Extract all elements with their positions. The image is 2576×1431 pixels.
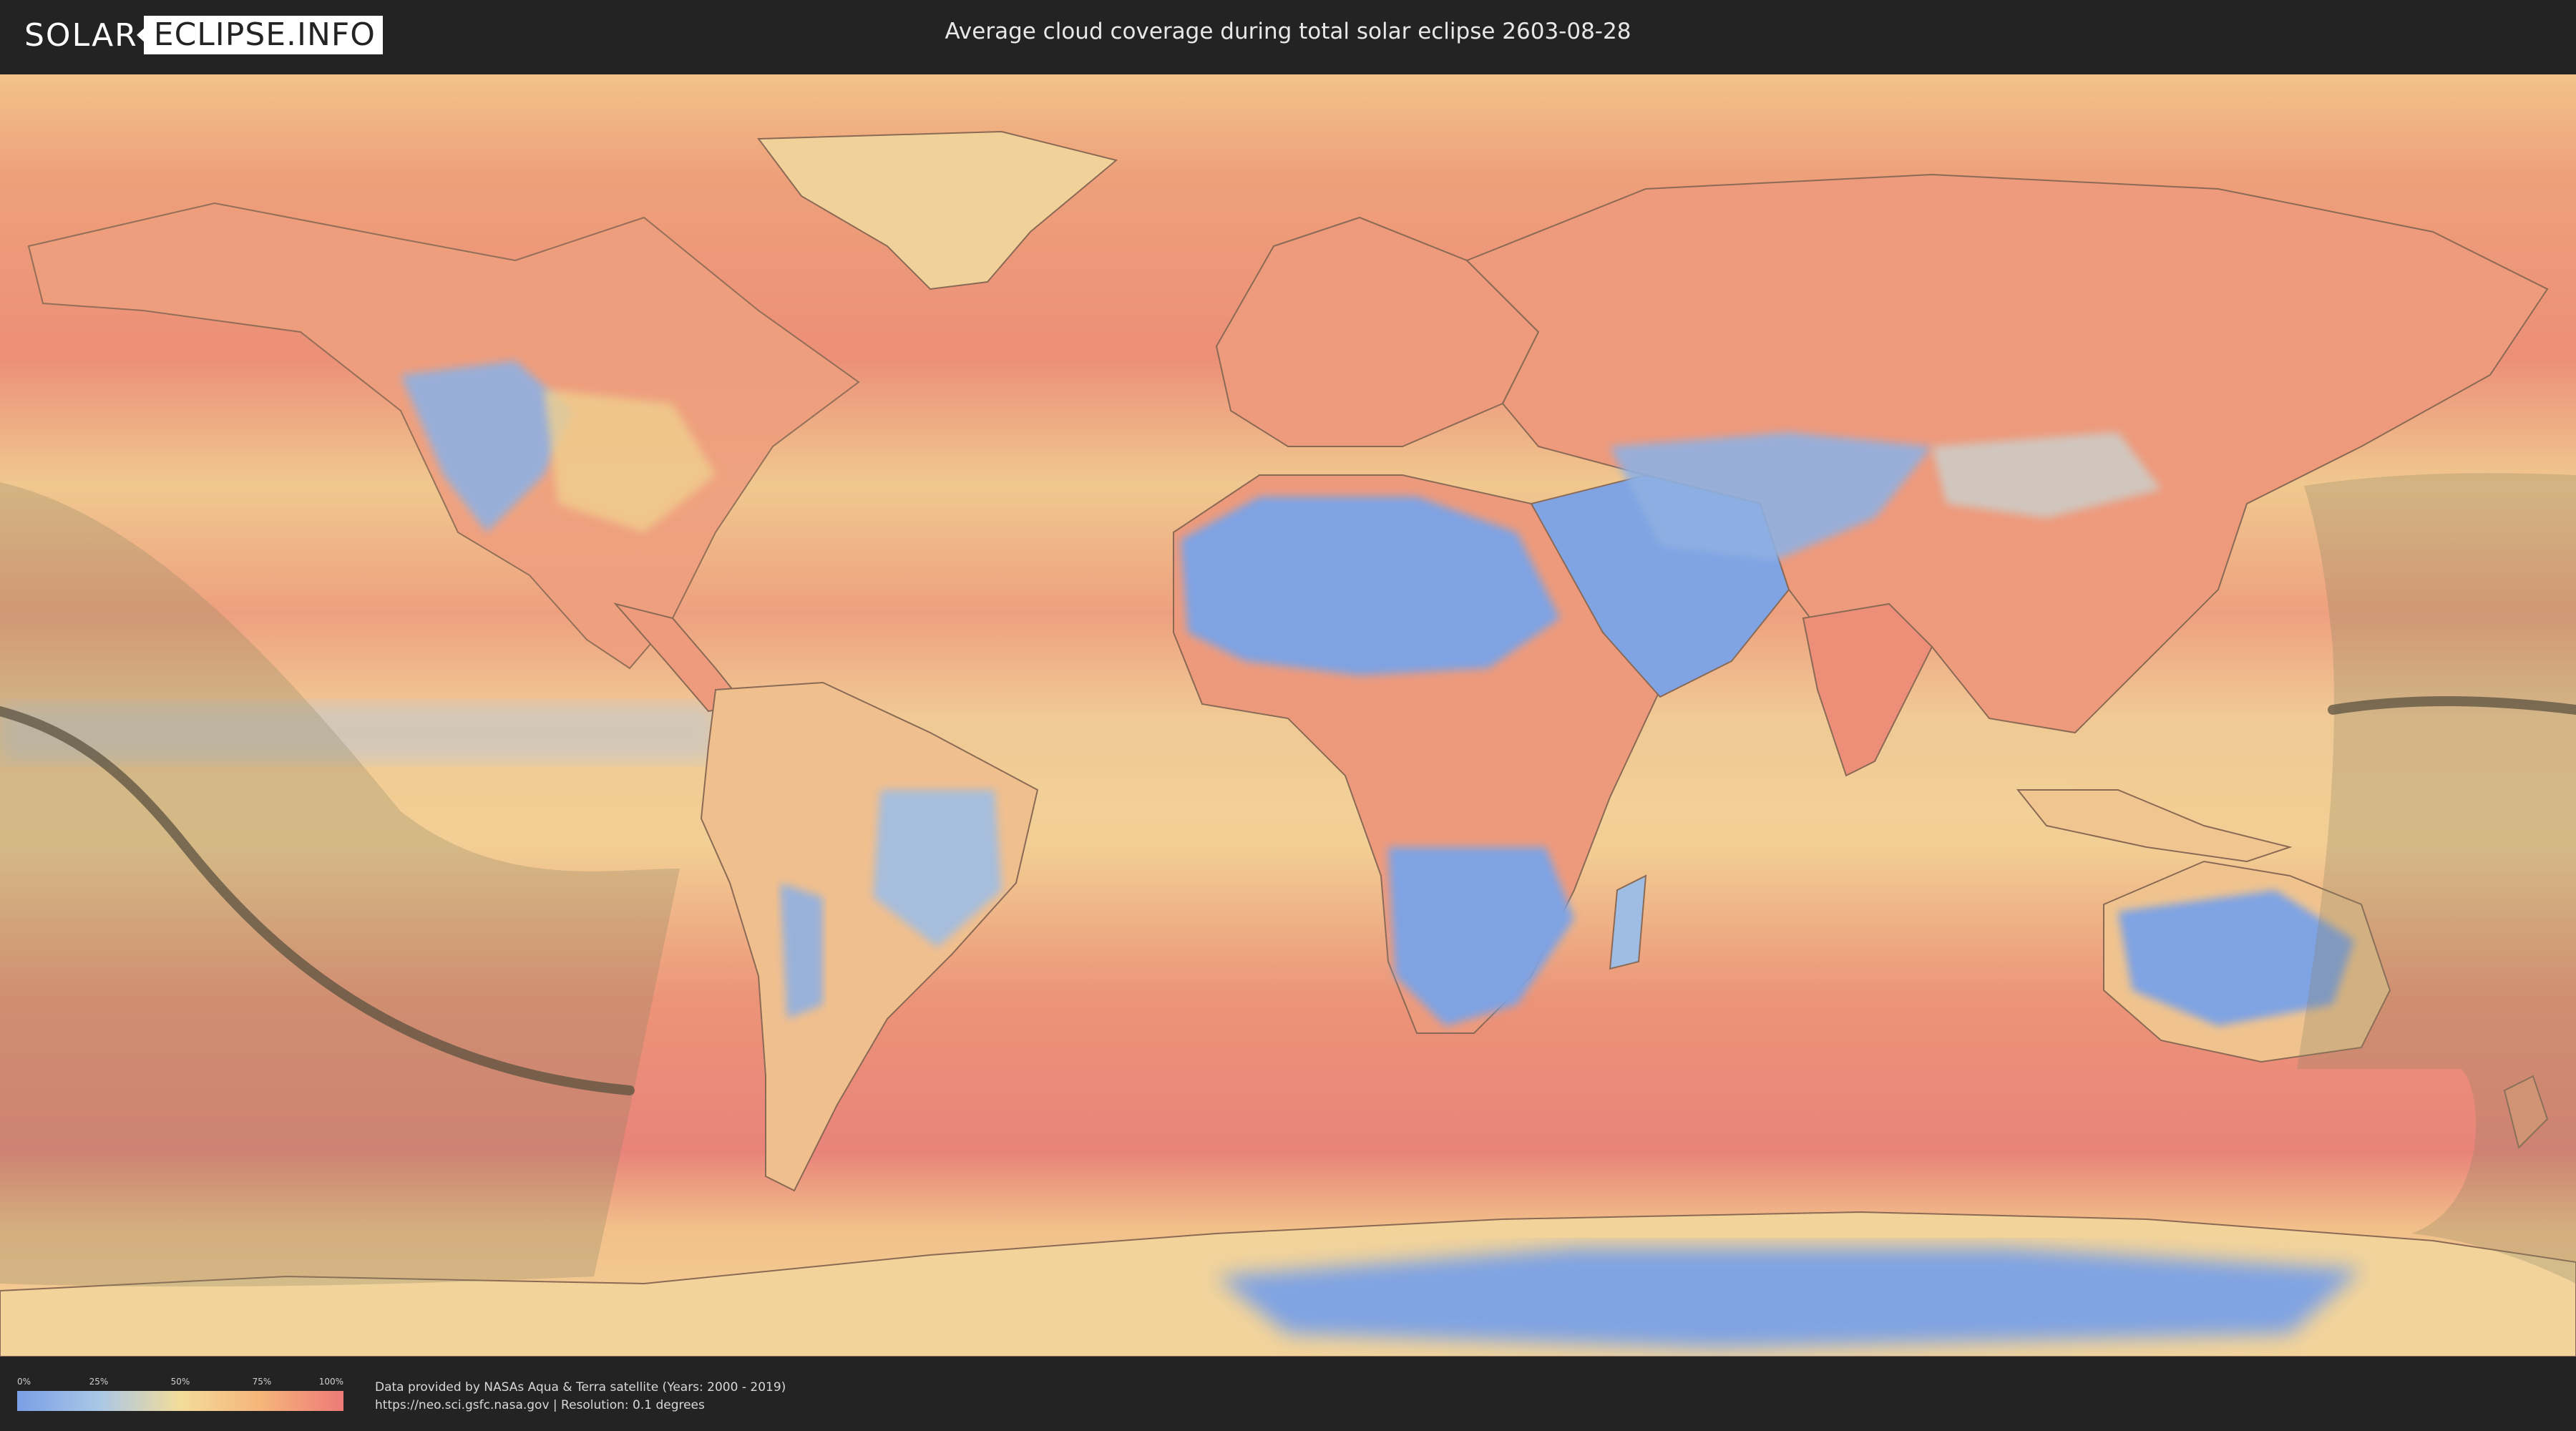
south-america-west-clear <box>780 883 823 1019</box>
cloud-coverage-map[interactable] <box>0 74 2576 1357</box>
legend-tick-25: 25% <box>89 1377 109 1387</box>
legend-color-bar <box>17 1391 343 1411</box>
top-bar: SOLAR ECLIPSE.INFO Average cloud coverag… <box>0 0 2576 72</box>
legend-tick-0: 0% <box>17 1377 31 1387</box>
data-credits: Data provided by NASAs Aqua & Terra sate… <box>375 1379 786 1415</box>
page-title: Average cloud coverage during total sola… <box>945 19 1631 44</box>
legend-tick-50: 50% <box>170 1377 190 1387</box>
legend-tick-100: 100% <box>318 1377 343 1387</box>
world-map-svg <box>0 74 2576 1357</box>
antarctica-clear <box>1216 1248 2361 1348</box>
legend-tick-75: 75% <box>252 1377 272 1387</box>
credits-line-1: Data provided by NASAs Aqua & Terra sate… <box>375 1380 786 1395</box>
credits-line-2[interactable]: https://neo.sci.gsfc.nasa.gov | Resoluti… <box>375 1397 786 1415</box>
legend-ticks: 0% 25% 50% 75% 100% <box>17 1377 343 1388</box>
cloud-coverage-legend: 0% 25% 50% 75% 100% <box>17 1377 343 1412</box>
